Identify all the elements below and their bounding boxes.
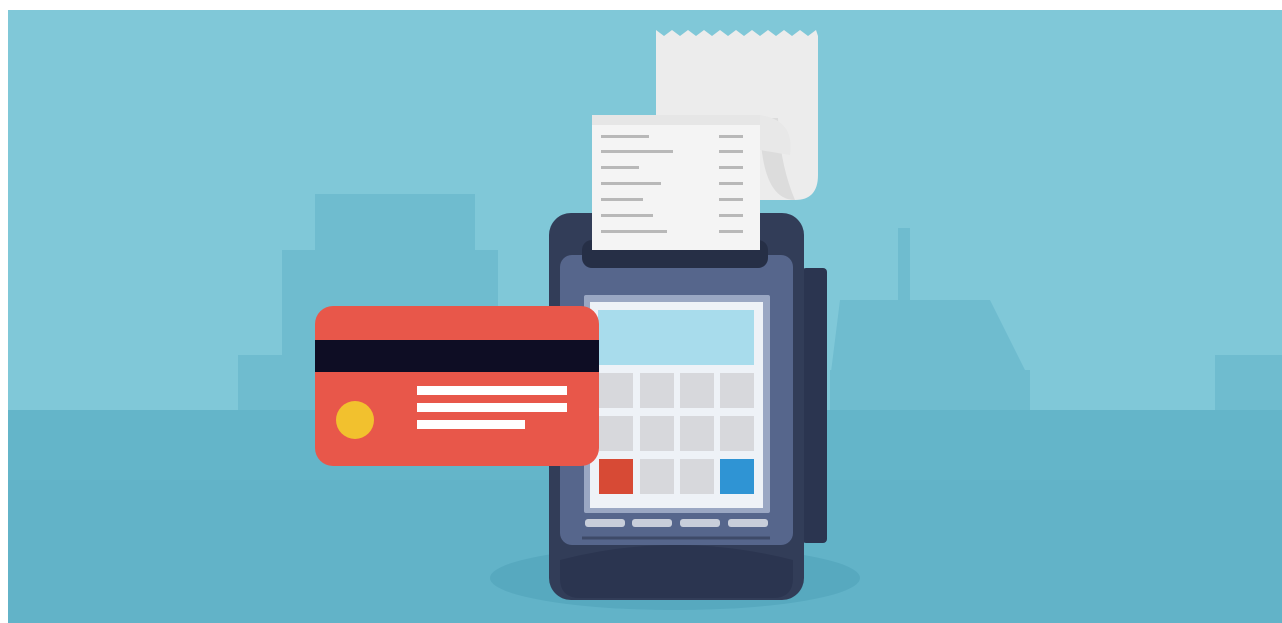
receipt-line — [601, 150, 673, 153]
receipt-line — [601, 166, 639, 169]
cancel-key — [599, 459, 633, 494]
receipt-top-band — [592, 115, 760, 125]
function-key — [680, 519, 720, 527]
function-key — [632, 519, 672, 527]
terminal-bottom-curve — [560, 545, 793, 598]
receipt-amount-line — [719, 135, 743, 138]
function-key — [728, 519, 768, 527]
receipt-line — [601, 214, 653, 217]
key — [720, 373, 754, 408]
key — [640, 416, 674, 451]
magnetic-stripe — [315, 340, 599, 372]
receipt-line — [601, 198, 643, 201]
receipt-amount-line — [719, 230, 743, 233]
receipt-amount-line — [719, 182, 743, 185]
receipt-amount-line — [719, 166, 743, 169]
receipt-line — [601, 182, 661, 185]
receipt-amount-line — [719, 150, 743, 153]
card-text-line — [417, 386, 567, 395]
receipt-amount-line — [719, 198, 743, 201]
key — [599, 416, 633, 451]
key — [599, 373, 633, 408]
chimney — [898, 228, 910, 308]
display-screen — [598, 310, 754, 365]
card-text-line — [417, 403, 567, 412]
card-text-line — [417, 420, 525, 429]
key — [640, 459, 674, 494]
function-key — [585, 519, 625, 527]
payment-illustration — [8, 10, 1282, 623]
confirm-key — [720, 459, 754, 494]
credit-card-icon — [315, 306, 599, 466]
key — [680, 459, 714, 494]
terminal-side-grip — [802, 268, 827, 543]
card-chip — [336, 401, 374, 439]
key — [640, 373, 674, 408]
receipt-line — [601, 230, 667, 233]
key — [680, 416, 714, 451]
illustration-stage — [0, 0, 1282, 623]
key — [680, 373, 714, 408]
receipt-amount-line — [719, 214, 743, 217]
key — [720, 416, 754, 451]
receipt-line — [601, 135, 649, 138]
